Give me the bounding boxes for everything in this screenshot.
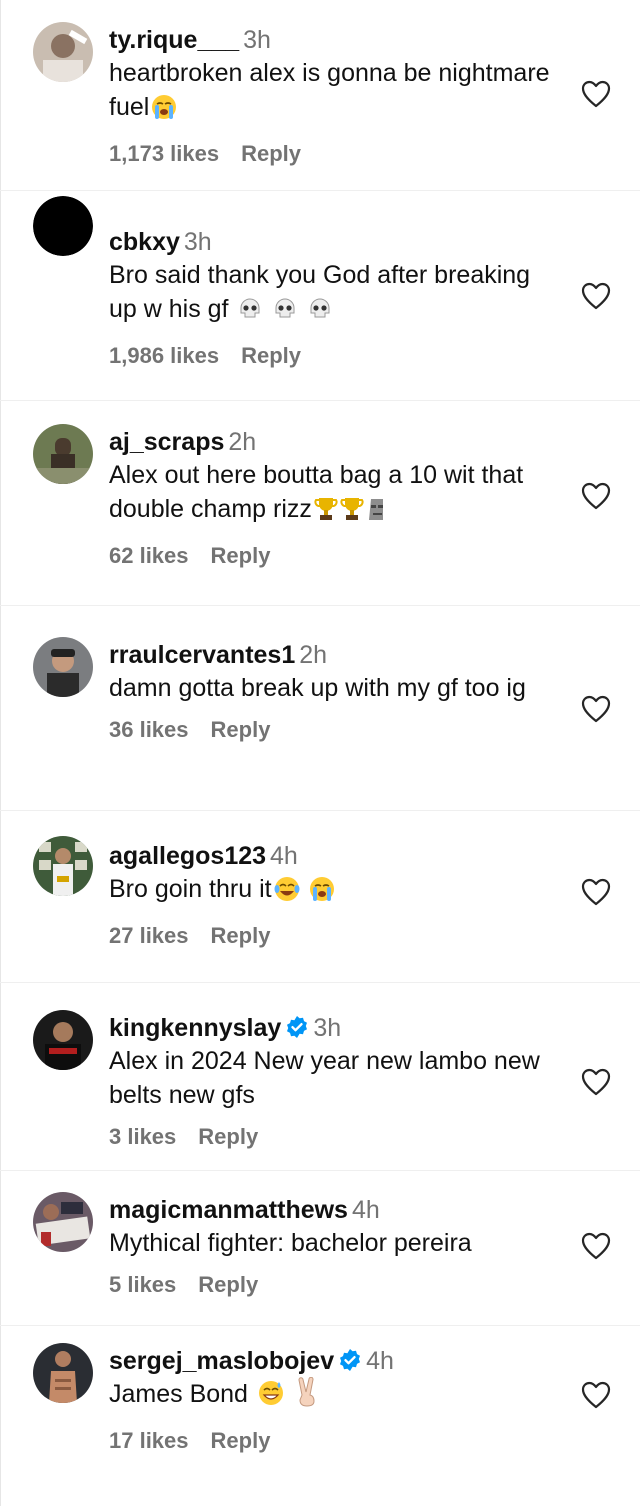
heart-icon[interactable]: [581, 1232, 611, 1260]
comment-text: James Bond: [109, 1380, 248, 1408]
verified-badge-icon: [340, 1349, 361, 1371]
likes-count[interactable]: 3 likes: [109, 1124, 176, 1149]
avatar[interactable]: [33, 1192, 93, 1252]
comment-time: 2h: [299, 641, 328, 669]
reply-button[interactable]: Reply: [211, 717, 271, 742]
comment-username[interactable]: sergej_maslobojev: [109, 1347, 334, 1375]
grinning-sweat-emoji: [257, 1379, 285, 1416]
divider: [0, 810, 640, 811]
comment-item: agallegos123 4h Bro goin thru it 27 likes…: [0, 810, 640, 982]
heart-icon[interactable]: [581, 1381, 611, 1409]
comment-time: 3h: [243, 26, 271, 54]
moai-emoji: [366, 496, 388, 531]
comment-time: 4h: [366, 1347, 394, 1375]
reply-button[interactable]: Reply: [211, 1428, 271, 1453]
avatar[interactable]: [33, 424, 93, 484]
skull-emoji: [237, 296, 263, 331]
avatar[interactable]: [33, 1010, 93, 1070]
comment-item: aj_scraps 2h Alex out here boutta bag a 1…: [0, 400, 640, 605]
comment-username[interactable]: kingkennyslay: [109, 1014, 281, 1042]
verified-badge-icon: [287, 1016, 308, 1038]
comment-item: rraulcervantes1 2h damn gotta break up wi…: [0, 605, 640, 810]
reply-button[interactable]: Reply: [211, 923, 271, 948]
likes-count[interactable]: 1,986 likes: [109, 343, 219, 368]
heart-icon[interactable]: [581, 878, 611, 906]
comment-username[interactable]: aj_scraps: [109, 428, 224, 456]
comment-item: kingkennyslay 3h Alex in 2024 New year ne…: [0, 982, 640, 1170]
comment-text: Alex in 2024 New year new lambo new belt…: [109, 1047, 540, 1109]
divider: [0, 400, 640, 401]
heart-icon[interactable]: [581, 695, 611, 723]
comment-item: magicmanmatthews 4h Mythical fighter: bac…: [0, 1170, 640, 1325]
comment-username[interactable]: magicmanmatthews: [109, 1196, 348, 1224]
comment-username[interactable]: rraulcervantes1: [109, 641, 295, 669]
likes-count[interactable]: 27 likes: [109, 923, 189, 948]
divider: [0, 1325, 640, 1326]
likes-count[interactable]: 36 likes: [109, 717, 189, 742]
comment-text: Bro goin thru it: [109, 875, 272, 903]
heart-icon[interactable]: [581, 482, 611, 510]
divider: [0, 190, 640, 191]
likes-count[interactable]: 62 likes: [109, 543, 189, 568]
reply-button[interactable]: Reply: [211, 543, 271, 568]
divider: [0, 605, 640, 606]
trophy-emoji: [340, 496, 364, 531]
avatar[interactable]: [33, 1343, 93, 1403]
loudly-crying-face-emoji: [309, 876, 335, 911]
comment-time: 4h: [351, 1196, 380, 1224]
tears-of-joy-emoji: [274, 876, 300, 911]
comment-item: ty.rique___ 3h heartbroken alex is gonna …: [0, 0, 640, 190]
avatar[interactable]: [33, 22, 93, 82]
divider: [0, 982, 640, 983]
heart-icon[interactable]: [581, 282, 611, 310]
skull-emoji: [307, 296, 333, 331]
likes-count[interactable]: 1,173 likes: [109, 141, 219, 166]
trophy-emoji: [314, 496, 338, 531]
skull-emoji: [272, 296, 298, 331]
likes-count[interactable]: 5 likes: [109, 1272, 176, 1297]
comment-username[interactable]: agallegos123: [109, 842, 266, 870]
victory-hand-emoji: [294, 1376, 320, 1416]
comment-time: 4h: [270, 842, 298, 870]
comment-username[interactable]: ty.rique___: [109, 26, 239, 54]
comment-username[interactable]: cbkxy: [109, 228, 180, 256]
comment-item: cbkxy 3h Bro said thank you God after bre…: [0, 190, 640, 400]
reply-button[interactable]: Reply: [241, 343, 301, 368]
comments-feed: ty.rique___ 3h heartbroken alex is gonna …: [0, 0, 640, 1506]
likes-count[interactable]: 17 likes: [109, 1428, 189, 1453]
comment-item: sergej_maslobojev 4h James Bond 17 likes R…: [0, 1325, 640, 1506]
avatar[interactable]: [33, 637, 93, 697]
divider: [0, 1170, 640, 1171]
reply-button[interactable]: Reply: [241, 141, 301, 166]
comment-time: 3h: [313, 1014, 342, 1042]
comment-text: damn gotta break up with my gf too ig: [109, 674, 526, 702]
comment-time: 3h: [183, 228, 212, 256]
comment-text: Mythical fighter: bachelor pereira: [109, 1229, 472, 1257]
avatar[interactable]: [33, 836, 93, 896]
reply-button[interactable]: Reply: [198, 1272, 258, 1297]
avatar[interactable]: [33, 196, 93, 256]
heart-icon[interactable]: [581, 80, 611, 108]
comment-time: 2h: [228, 428, 257, 456]
reply-button[interactable]: Reply: [198, 1124, 258, 1149]
loudly-crying-face-emoji: [151, 94, 177, 129]
heart-icon[interactable]: [581, 1068, 611, 1096]
